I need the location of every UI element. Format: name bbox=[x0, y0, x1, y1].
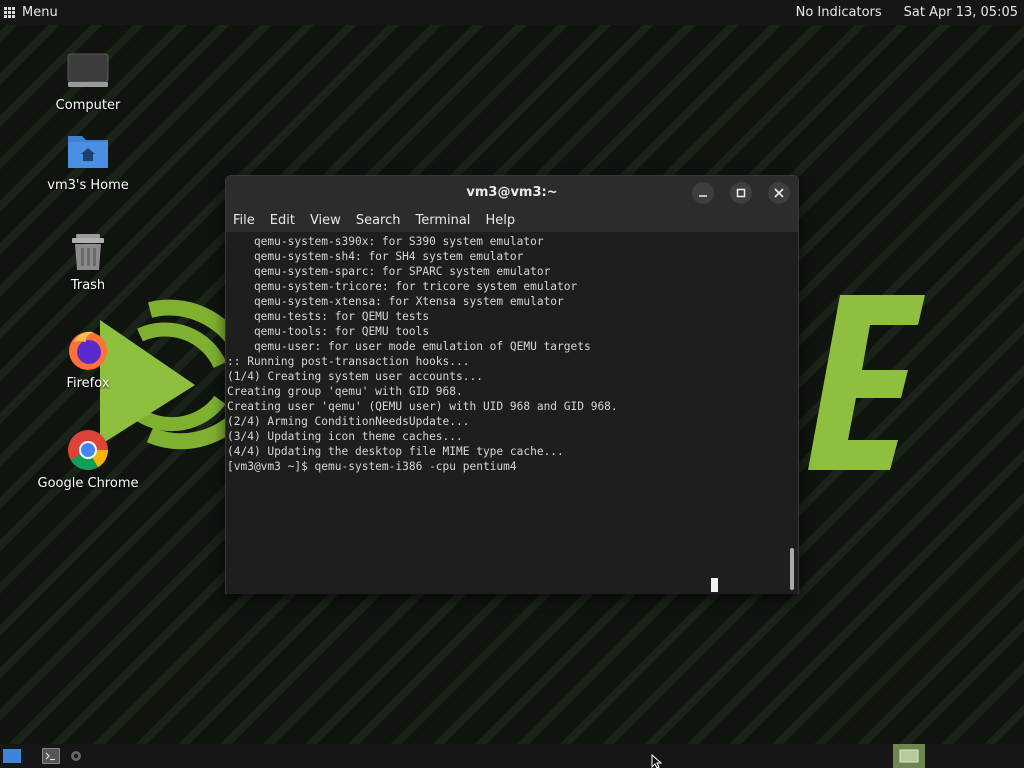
terminal-line: qemu-system-sparc: for SPARC system emul… bbox=[227, 265, 551, 278]
terminal-window[interactable]: vm3@vm3:~ File Edit View Search Terminal… bbox=[225, 175, 799, 594]
terminal-menubar: File Edit View Search Terminal Help bbox=[226, 208, 798, 232]
desktop-icon-label: vm3's Home bbox=[47, 178, 129, 193]
desktop-icon-label: Trash bbox=[70, 278, 106, 293]
settings-icon bbox=[71, 751, 81, 761]
mouse-pointer-icon bbox=[651, 754, 663, 768]
menu-label: Menu bbox=[22, 5, 58, 20]
show-desktop-button[interactable] bbox=[0, 744, 24, 768]
menu-terminal[interactable]: Terminal bbox=[415, 213, 470, 228]
clock[interactable]: Sat Apr 13, 05:05 bbox=[904, 5, 1018, 20]
terminal-line: (3/4) Updating icon theme caches... bbox=[227, 430, 463, 443]
terminal-output[interactable]: qemu-system-s390x: for S390 system emula… bbox=[226, 232, 798, 594]
desktop-icon-label: Firefox bbox=[66, 376, 110, 391]
desktop-icon-home[interactable]: vm3's Home bbox=[23, 130, 153, 193]
menu-button[interactable]: Menu bbox=[0, 0, 58, 25]
terminal-line: (2/4) Arming ConditionNeedsUpdate... bbox=[227, 415, 470, 428]
show-desktop-icon bbox=[3, 749, 21, 763]
desktop-icon-label: Computer bbox=[55, 98, 121, 113]
firefox-icon bbox=[69, 331, 107, 370]
terminal-line: (4/4) Updating the desktop file MIME typ… bbox=[227, 445, 564, 458]
terminal-line: qemu-user: for user mode emulation of QE… bbox=[227, 340, 591, 353]
terminal-line: qemu-system-xtensa: for Xtensa system em… bbox=[227, 295, 564, 308]
terminal-scrollbar[interactable] bbox=[788, 232, 796, 592]
desktop-icon-label: Google Chrome bbox=[37, 476, 139, 491]
terminal-line: qemu-system-sh4: for SH4 system emulator bbox=[227, 250, 524, 263]
desktop-icon-computer[interactable]: Computer bbox=[23, 50, 153, 113]
apps-grid-icon bbox=[4, 7, 15, 18]
workspace-switcher[interactable] bbox=[893, 744, 925, 768]
desktop-icon-chrome[interactable]: Google Chrome bbox=[23, 428, 153, 491]
chrome-icon bbox=[68, 430, 108, 470]
terminal-line: Creating user 'qemu' (QEMU user) with UI… bbox=[227, 400, 618, 413]
bottom-panel bbox=[0, 744, 1024, 768]
top-panel: Menu No Indicators Sat Apr 13, 05:05 bbox=[0, 0, 1024, 25]
menu-file[interactable]: File bbox=[233, 213, 255, 228]
home-folder-icon bbox=[68, 136, 108, 168]
close-icon bbox=[774, 188, 784, 198]
menu-edit[interactable]: Edit bbox=[270, 213, 295, 228]
trash-icon bbox=[72, 234, 104, 270]
menu-search[interactable]: Search bbox=[356, 213, 401, 228]
minimize-icon bbox=[699, 195, 707, 197]
menu-help[interactable]: Help bbox=[485, 213, 515, 228]
wallpaper-letter bbox=[808, 295, 925, 470]
workspace-switcher-icon bbox=[899, 749, 919, 763]
desktop-icon-firefox[interactable]: Firefox bbox=[23, 328, 153, 391]
window-title: vm3@vm3:~ bbox=[466, 184, 558, 200]
terminal-line: Creating group 'qemu' with GID 968. bbox=[227, 385, 463, 398]
indicators-applet[interactable]: No Indicators bbox=[796, 5, 882, 20]
terminal-icon bbox=[42, 748, 60, 764]
menu-view[interactable]: View bbox=[310, 213, 341, 228]
terminal-line: (1/4) Creating system user accounts... bbox=[227, 370, 483, 383]
terminal-prompt-line: [vm3@vm3 ~]$ qemu-system-i386 -cpu penti… bbox=[227, 460, 517, 473]
computer-icon bbox=[67, 53, 109, 87]
terminal-line: qemu-system-s390x: for S390 system emula… bbox=[227, 235, 544, 248]
terminal-line: qemu-system-tricore: for tricore system … bbox=[227, 280, 578, 293]
maximize-button[interactable] bbox=[730, 182, 752, 204]
terminal-line: :: Running post-transaction hooks... bbox=[227, 355, 470, 368]
desktop-icon-trash[interactable]: Trash bbox=[23, 230, 153, 293]
window-titlebar[interactable]: vm3@vm3:~ bbox=[226, 176, 798, 208]
terminal-line: qemu-tests: for QEMU tests bbox=[227, 310, 430, 323]
minimize-button[interactable] bbox=[692, 182, 714, 204]
scrollbar-thumb[interactable] bbox=[790, 548, 794, 590]
maximize-icon bbox=[736, 188, 746, 198]
taskbar-settings-button[interactable] bbox=[68, 744, 84, 768]
close-button[interactable] bbox=[768, 182, 790, 204]
taskbar-terminal-button[interactable] bbox=[34, 744, 68, 768]
text-cursor bbox=[711, 578, 718, 592]
terminal-line: qemu-tools: for QEMU tools bbox=[227, 325, 430, 338]
